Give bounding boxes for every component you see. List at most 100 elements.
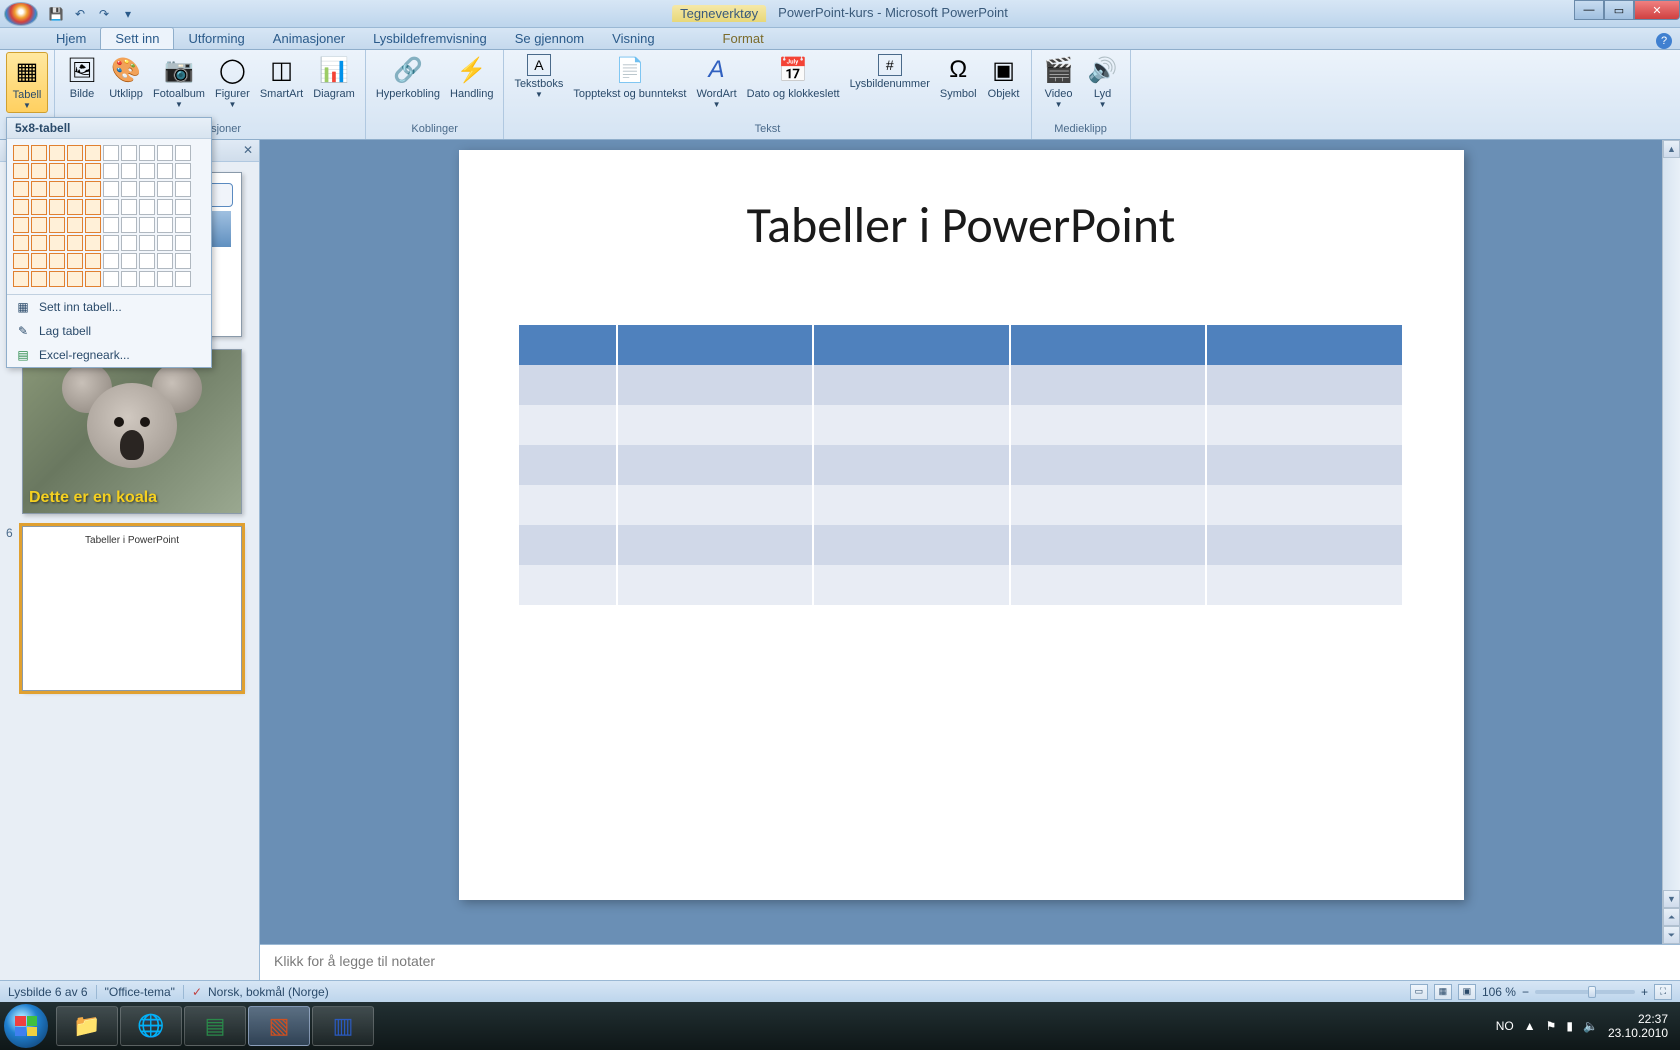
table-cell[interactable] xyxy=(519,445,617,485)
table-cell[interactable] xyxy=(617,525,813,565)
normal-view-button[interactable]: ▭ xyxy=(1410,984,1428,1000)
table-cell[interactable] xyxy=(617,365,813,405)
table-grid-cell[interactable] xyxy=(157,145,173,161)
office-button[interactable] xyxy=(4,2,38,26)
table-grid-cell[interactable] xyxy=(85,271,101,287)
table-grid-cell[interactable] xyxy=(121,163,137,179)
table-grid-cell[interactable] xyxy=(157,217,173,233)
table-grid-cell[interactable] xyxy=(121,181,137,197)
table-grid-cell[interactable] xyxy=(175,145,191,161)
excel-spreadsheet-menu-item[interactable]: ▤Excel-regneark... xyxy=(7,343,211,367)
table-grid-cell[interactable] xyxy=(49,253,65,269)
table-grid-cell[interactable] xyxy=(103,145,119,161)
ribbon-bilde-button[interactable]: 🖼Bilde xyxy=(61,52,103,102)
tab-format[interactable]: Format xyxy=(709,28,778,49)
ribbon-fotoalbum-button[interactable]: 📷Fotoalbum▼ xyxy=(149,52,209,111)
table-grid-cell[interactable] xyxy=(157,253,173,269)
table-grid-cell[interactable] xyxy=(157,235,173,251)
tab-se-gjennom[interactable]: Se gjennom xyxy=(501,28,598,49)
tray-chevron-icon[interactable]: ▲ xyxy=(1524,1019,1536,1033)
maximize-button[interactable]: ▭ xyxy=(1604,0,1634,20)
panel-close-icon[interactable]: ✕ xyxy=(243,143,253,157)
table-cell[interactable] xyxy=(813,485,1009,525)
table-grid-cell[interactable] xyxy=(103,163,119,179)
table-grid-cell[interactable] xyxy=(49,271,65,287)
ribbon-tabell-button[interactable]: ▦ Tabell ▼ xyxy=(6,52,48,113)
ribbon-tekstboks-button[interactable]: ATekstboks▼ xyxy=(510,52,567,101)
table-cell[interactable] xyxy=(1206,365,1402,405)
table-cell[interactable] xyxy=(519,365,617,405)
save-icon[interactable]: 💾 xyxy=(46,4,66,24)
ribbon-objekt-button[interactable]: ▣Objekt xyxy=(983,52,1025,102)
table-grid-cell[interactable] xyxy=(121,235,137,251)
table-cell[interactable] xyxy=(519,525,617,565)
ribbon-handling-button[interactable]: ⚡Handling xyxy=(446,52,497,102)
table-grid-cell[interactable] xyxy=(157,199,173,215)
table-cell[interactable] xyxy=(813,565,1009,605)
table-grid-cell[interactable] xyxy=(139,199,155,215)
table-cell[interactable] xyxy=(617,565,813,605)
table-grid-cell[interactable] xyxy=(49,235,65,251)
table-cell[interactable] xyxy=(617,485,813,525)
ribbon-lysbildenummer-button[interactable]: #Lysbildenummer xyxy=(846,52,934,92)
tab-animasjoner[interactable]: Animasjoner xyxy=(259,28,359,49)
table-grid-cell[interactable] xyxy=(175,235,191,251)
table-cell[interactable] xyxy=(1206,485,1402,525)
slideshow-view-button[interactable]: ▣ xyxy=(1458,984,1476,1000)
tab-visning[interactable]: Visning xyxy=(598,28,668,49)
spellcheck-icon[interactable]: ✓ xyxy=(192,985,202,999)
table-cell[interactable] xyxy=(1206,445,1402,485)
table-grid-cell[interactable] xyxy=(139,235,155,251)
ribbon-video-button[interactable]: 🎬Video▼ xyxy=(1038,52,1080,111)
fit-window-button[interactable]: ⛶ xyxy=(1654,984,1672,1000)
table-grid-cell[interactable] xyxy=(31,271,47,287)
table-cell[interactable] xyxy=(1010,405,1206,445)
table-grid-cell[interactable] xyxy=(31,163,47,179)
table-grid-cell[interactable] xyxy=(103,199,119,215)
table-grid-cell[interactable] xyxy=(67,235,83,251)
table-grid-cell[interactable] xyxy=(85,235,101,251)
table-grid-cell[interactable] xyxy=(175,217,191,233)
table-grid-cell[interactable] xyxy=(31,199,47,215)
tab-utforming[interactable]: Utforming xyxy=(174,28,258,49)
slide-thumbnail-6[interactable]: 6 Tabeller i PowerPoint xyxy=(8,526,251,691)
table-cell[interactable] xyxy=(813,325,1009,365)
table-grid-cell[interactable] xyxy=(85,199,101,215)
table-grid-cell[interactable] xyxy=(175,163,191,179)
table-grid-cell[interactable] xyxy=(31,235,47,251)
tab-hjem[interactable]: Hjem xyxy=(42,28,100,49)
table-cell[interactable] xyxy=(1010,525,1206,565)
ribbon-smartart-button[interactable]: ◫SmartArt xyxy=(256,52,307,102)
table-cell[interactable] xyxy=(1010,365,1206,405)
table-grid-cell[interactable] xyxy=(13,181,29,197)
ribbon-topptekst-button[interactable]: 📄Topptekst og bunntekst xyxy=(569,52,690,102)
table-cell[interactable] xyxy=(519,405,617,445)
tray-lang[interactable]: NO xyxy=(1496,1019,1514,1033)
table-cell[interactable] xyxy=(1010,485,1206,525)
table-cell[interactable] xyxy=(813,405,1009,445)
taskbar-explorer[interactable]: 📁 xyxy=(56,1006,118,1046)
vertical-scrollbar[interactable]: ▲ ▼ ⏶ ⏷ xyxy=(1662,140,1680,944)
table-grid-cell[interactable] xyxy=(67,217,83,233)
tray-flag-icon[interactable]: ⚑ xyxy=(1546,1019,1557,1033)
table-grid-cell[interactable] xyxy=(139,181,155,197)
table-grid-cell[interactable] xyxy=(139,253,155,269)
table-grid-cell[interactable] xyxy=(67,163,83,179)
table-grid-cell[interactable] xyxy=(31,181,47,197)
table-cell[interactable] xyxy=(1206,405,1402,445)
ribbon-lyd-button[interactable]: 🔊Lyd▼ xyxy=(1082,52,1124,111)
zoom-out-button[interactable]: − xyxy=(1522,985,1529,999)
table-grid-cell[interactable] xyxy=(31,217,47,233)
table-size-grid[interactable] xyxy=(7,139,211,294)
table-cell[interactable] xyxy=(813,445,1009,485)
table-cell[interactable] xyxy=(1206,565,1402,605)
table-grid-cell[interactable] xyxy=(103,181,119,197)
redo-icon[interactable]: ↷ xyxy=(94,4,114,24)
ribbon-hyperkobling-button[interactable]: 🔗Hyperkobling xyxy=(372,52,444,102)
table-grid-cell[interactable] xyxy=(85,163,101,179)
table-cell[interactable] xyxy=(617,325,813,365)
table-grid-cell[interactable] xyxy=(67,253,83,269)
table-grid-cell[interactable] xyxy=(67,181,83,197)
table-grid-cell[interactable] xyxy=(13,271,29,287)
tab-sett-inn[interactable]: Sett inn xyxy=(100,27,174,49)
